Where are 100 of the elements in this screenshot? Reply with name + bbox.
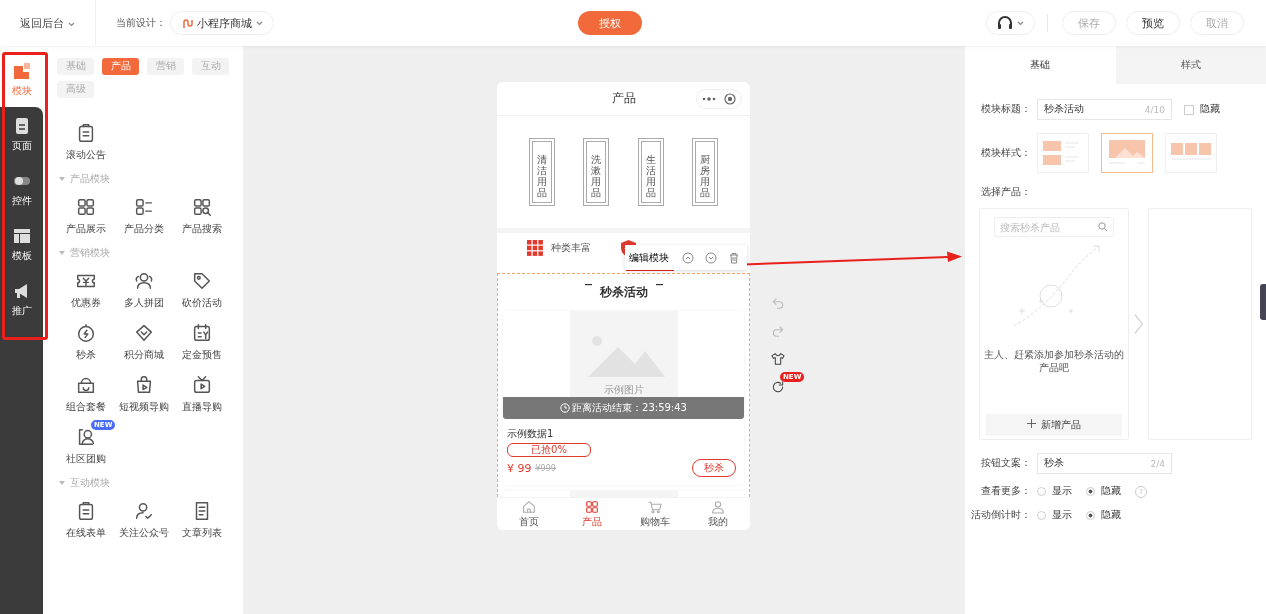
rail-tab[interactable]: 控件 [0,162,43,217]
clock-icon [560,403,571,413]
module-item[interactable]: 组合套餐 [57,374,115,414]
grid-icon [583,499,600,515]
field-label: 查看更多： [980,485,1031,498]
delete-icon[interactable] [728,251,740,264]
search-icon [1098,222,1108,232]
rail-tab[interactable]: 页面 [0,107,43,162]
category-tag[interactable]: 洗漱用品 [583,138,610,206]
field-label: 模块样式： [980,146,1031,160]
dash-line [655,284,663,286]
module-item[interactable]: 砍价活动 [173,270,231,310]
field-label: 按钮文案： [980,457,1031,470]
bottom-tab[interactable]: 首页 [497,498,561,530]
feature-label: 种类丰富 [551,241,591,255]
caret-icon [59,177,65,181]
chevron-down-icon [256,20,263,26]
product-name: 示例数据1 [507,427,555,441]
headset-icon [997,16,1013,30]
calendar-icon [191,322,213,344]
module-item[interactable]: 秒杀 [57,322,115,362]
section-title: 互动模块 [70,476,110,490]
hide-checkbox[interactable] [1184,104,1194,115]
grid-search-icon [191,196,213,218]
caret-icon [59,481,65,485]
grid-icon [527,240,543,256]
module-item[interactable]: 直播导购 [173,374,231,414]
image-placeholder-icon [569,311,678,397]
home-icon [520,499,537,515]
grid-icon [75,196,97,218]
radio-button[interactable] [1086,511,1095,520]
module-title: 秒杀活动 [599,284,648,301]
field-label: 活动倒计时： [970,509,1031,522]
tv-icon [191,374,213,396]
move-down-icon[interactable] [705,251,717,264]
section-title: 产品模块 [70,172,110,186]
bottom-tab[interactable]: 产品 [560,498,624,530]
design-select[interactable]: 小程序商城 [170,11,274,35]
design-label: 当前设计： [116,16,166,30]
field-label: 模块标题： [980,103,1031,116]
support-menu[interactable] [986,11,1035,35]
refresh-icon [770,379,786,395]
progress-bar: 已抢0% [507,443,591,457]
cart-icon [647,499,664,515]
blocks-icon [12,61,31,80]
button-text-field[interactable]: 秒杀 2/4 [1037,453,1172,474]
rail-tab[interactable]: 模板 [0,217,43,272]
module-item[interactable]: 产品展示 [57,196,115,236]
buy-button[interactable]: 秒杀 [692,459,736,477]
category-tag[interactable]: 生活用品 [637,138,664,206]
target-icon [724,93,736,105]
dash-line [584,284,592,286]
tag-icon [191,270,213,292]
original-price: ¥999 [535,463,556,473]
people-icon [133,270,155,292]
page-title: 产品 [611,90,636,107]
module-item[interactable]: 滚动公告 [57,122,115,162]
stopwatch-icon [75,322,97,344]
product-card[interactable]: 示例图片 距离活动结束：23:59:43 示例数据1 已抢0% ¥ 99 ¥999 秒杀 [503,311,744,485]
back-menu[interactable]: 返回后台 [14,14,81,32]
settings-tab[interactable]: 样式 [1115,46,1266,84]
module-item[interactable]: 产品分类 [115,196,173,236]
image-caption: 示例图片 [603,383,644,397]
more-icon [702,97,716,101]
module-item[interactable]: 优惠券 [57,270,115,310]
chevron-down-icon [67,21,75,27]
price: ¥ 99 [507,461,532,475]
category-tag[interactable]: 清洁用品 [529,138,556,206]
move-up-icon[interactable] [682,251,694,264]
radio-button[interactable] [1086,487,1095,496]
module-item[interactable]: 关注公众号 [115,500,173,540]
user-check-icon [133,500,155,522]
list-icon [133,196,155,218]
rail-tab[interactable]: 推广 [0,272,43,327]
module-item[interactable]: 定金预售 [173,322,231,362]
radio-option[interactable]: 显示 [1037,509,1072,522]
module-item[interactable]: 产品搜索 [173,196,231,236]
section-title: 营销模块 [70,246,110,260]
title-field[interactable]: 秒杀活动 4/10 [1037,99,1172,120]
category-tag[interactable]: 厨房用品 [691,138,718,206]
shirt-icon [770,351,786,367]
layout-icon [12,226,31,245]
module-item[interactable]: 积分商城 [115,322,173,362]
module-item[interactable]: 多人拼团 [115,270,173,310]
chevron-down-icon [1017,20,1024,26]
bottom-tab[interactable]: 我的 [686,498,750,530]
module-item[interactable]: 短视频导购 [115,374,173,414]
empty-message: 主人、赶紧添加参加秒杀活动的产品吧 [983,349,1125,375]
side-widget[interactable] [1260,284,1266,320]
radio-option[interactable]: 显示 [1037,485,1072,498]
module-item[interactable]: 在线表单 [57,500,115,540]
checkbox-label: 隐藏 [1200,103,1220,116]
caret-icon [59,251,65,255]
bottom-tab[interactable]: 购物车 [623,498,687,530]
radio-option[interactable]: 隐藏 [1086,485,1121,498]
countdown-text: 距离活动结束：23:59:43 [572,401,687,415]
toolbar-button[interactable]: 预览 [1126,11,1180,35]
radio-option[interactable]: 隐藏 [1086,509,1121,522]
module-item[interactable]: 文章列表 [173,500,231,540]
add-product-button[interactable]: 新增产品 [986,414,1122,436]
